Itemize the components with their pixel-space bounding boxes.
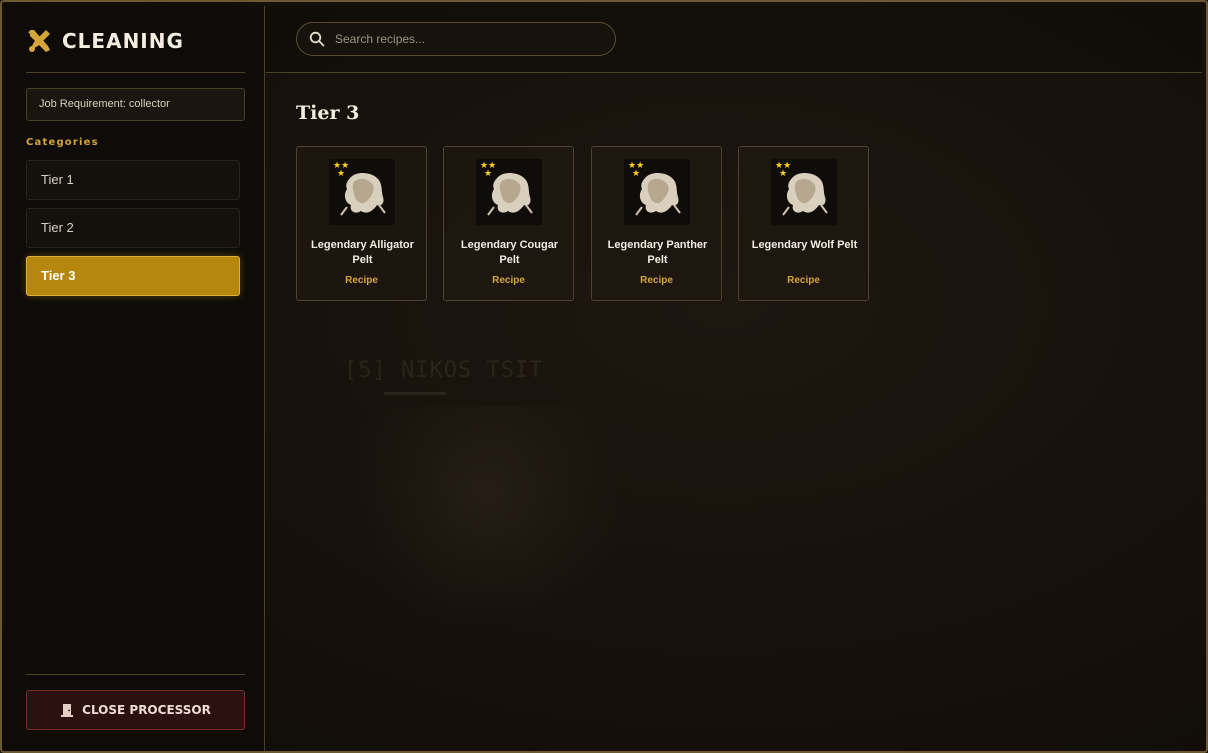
door-icon: [61, 704, 74, 717]
app-window: CLEANING Job Requirement: collector Cate…: [0, 0, 1208, 753]
rarity-stars: ★★ ★: [333, 161, 350, 179]
category-tier-2[interactable]: Tier 2: [26, 208, 240, 248]
recipe-tag: Recipe: [345, 275, 378, 286]
recipe-name: Legendary Wolf Pelt: [751, 239, 858, 251]
app-title: CLEANING: [62, 29, 184, 53]
recipe-card[interactable]: ★★ ★ Legendary Cougar Pelt Recipe: [443, 146, 574, 301]
recipe-card[interactable]: ★★ ★ Legendary Wolf Pelt Recipe: [738, 146, 869, 301]
recipe-card[interactable]: ★★ ★ Legendary Panther Pelt Recipe: [591, 146, 722, 301]
crossed-tools-icon: [28, 30, 50, 52]
background-underline: [384, 392, 446, 395]
recipe-tag: Recipe: [787, 275, 820, 286]
recipe-thumbnail: ★★ ★: [329, 159, 395, 225]
category-tier-1[interactable]: Tier 1: [26, 160, 240, 200]
recipe-card[interactable]: ★★ ★ Legendary Alligator Pelt Recipe: [296, 146, 427, 301]
sidebar: CLEANING Job Requirement: collector Cate…: [6, 6, 265, 751]
recipe-name: Legendary Cougar Pelt: [460, 239, 559, 266]
recipe-thumbnail: ★★ ★: [624, 159, 690, 225]
search-icon: [309, 31, 325, 47]
search-bar: [296, 22, 616, 56]
recipe-thumbnail: ★★ ★: [771, 159, 837, 225]
rarity-stars: ★★ ★: [628, 161, 645, 179]
recipe-name: Legendary Panther Pelt: [607, 239, 708, 266]
recipe-tag: Recipe: [492, 275, 525, 286]
recipe-tag: Recipe: [640, 275, 673, 286]
background-player-tag: [5] NIKOS TSIT: [344, 358, 544, 383]
close-processor-button[interactable]: CLOSE PROCESSOR: [26, 690, 245, 730]
close-processor-label: CLOSE PROCESSOR: [82, 703, 211, 717]
recipe-name: Legendary Alligator Pelt: [311, 239, 414, 266]
job-requirement: Job Requirement: collector: [26, 88, 245, 121]
brand: CLEANING: [26, 28, 184, 54]
divider: [26, 674, 245, 675]
top-bar: [266, 6, 1202, 73]
recipe-thumbnail: ★★ ★: [476, 159, 542, 225]
category-tier-3[interactable]: Tier 3: [26, 256, 240, 296]
rarity-stars: ★★ ★: [775, 161, 792, 179]
divider: [26, 72, 245, 73]
categories-label: Categories: [26, 137, 99, 148]
search-input[interactable]: [335, 32, 595, 46]
main-panel: [5] NIKOS TSIT Tier 3 ★★★ Legendary Alli…: [266, 6, 1202, 751]
section-title: Tier 3: [296, 102, 360, 124]
background-figure: [356, 406, 616, 626]
rarity-stars: ★★ ★: [480, 161, 497, 179]
